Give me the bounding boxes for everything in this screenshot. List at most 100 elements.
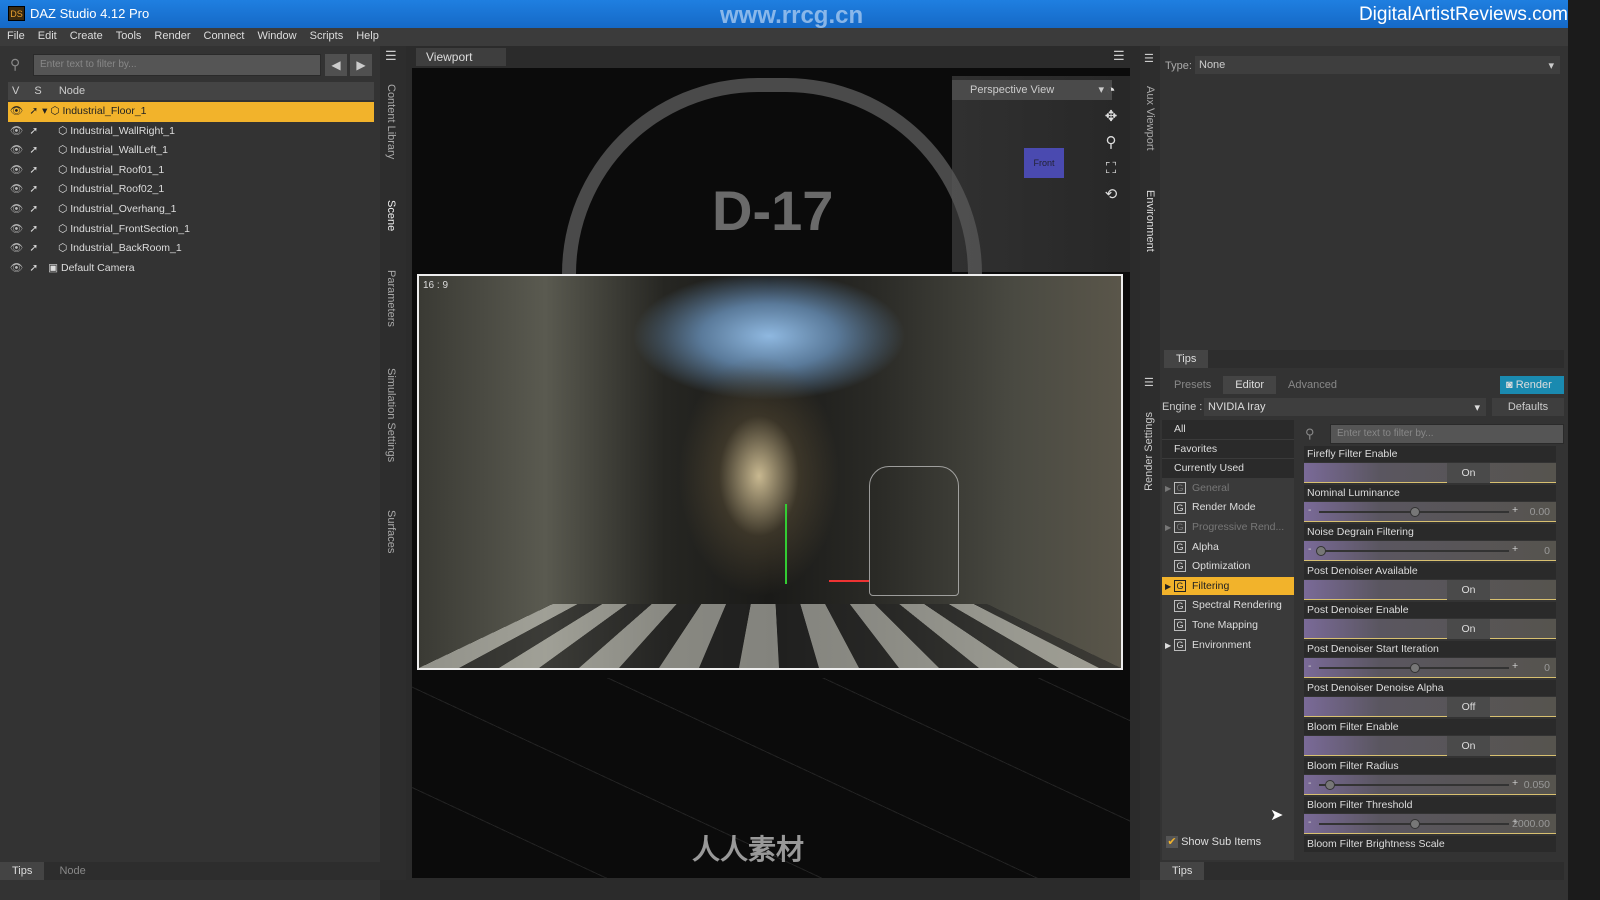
- menu-connect[interactable]: Connect: [197, 28, 251, 42]
- select-arrow-icon[interactable]: ➚: [23, 105, 38, 117]
- slider-knob[interactable]: [1316, 546, 1326, 556]
- property-filter-input[interactable]: Enter text to filter by...: [1330, 424, 1564, 444]
- property-toggle[interactable]: On: [1304, 736, 1556, 756]
- eye-icon[interactable]: 👁: [8, 144, 23, 156]
- eye-icon[interactable]: 👁: [8, 164, 23, 176]
- increment-icon[interactable]: +: [1512, 504, 1518, 516]
- slider-track[interactable]: [1319, 550, 1509, 552]
- category-environment[interactable]: ▶ G Environment: [1162, 636, 1294, 656]
- panel-menu-icon[interactable]: ☰: [1144, 376, 1154, 389]
- property-slider[interactable]: - +2000.00: [1304, 814, 1556, 834]
- select-arrow-icon[interactable]: ➚: [23, 183, 38, 195]
- property-toggle[interactable]: On: [1304, 580, 1556, 600]
- property-slider[interactable]: - +0.00: [1304, 502, 1556, 522]
- select-arrow-icon[interactable]: ➚: [23, 223, 38, 235]
- menu-tools[interactable]: Tools: [109, 28, 148, 42]
- category-progressive-rendering[interactable]: ▶ G Progressive Rend...: [1162, 518, 1294, 538]
- slider-value[interactable]: 2000.00: [1512, 818, 1550, 830]
- forward-arrow-button[interactable]: ▶: [350, 54, 372, 76]
- tab-render-settings[interactable]: Render Settings: [1143, 412, 1155, 491]
- menu-create[interactable]: Create: [63, 28, 109, 42]
- category-spectral-rendering[interactable]: G Spectral Rendering: [1162, 596, 1294, 616]
- menu-window[interactable]: Window: [250, 28, 302, 42]
- expand-arrow-icon[interactable]: ▶: [1165, 479, 1171, 499]
- orbit-icon[interactable]: ◔: [1100, 78, 1122, 104]
- property-toggle[interactable]: Off: [1304, 697, 1556, 717]
- category-alpha[interactable]: G Alpha: [1162, 538, 1294, 558]
- col-selectable[interactable]: S: [22, 85, 41, 97]
- select-arrow-icon[interactable]: ➚: [23, 164, 38, 176]
- menu-file[interactable]: File: [0, 28, 31, 42]
- property-slider[interactable]: - +0: [1304, 541, 1556, 561]
- tab-environment[interactable]: Environment: [1144, 190, 1156, 252]
- view-selector[interactable]: Perspective View ▾: [952, 80, 1112, 100]
- gizmo-y-axis[interactable]: [785, 504, 787, 584]
- property-toggle[interactable]: On: [1304, 463, 1556, 483]
- category-render-mode[interactable]: G Render Mode: [1162, 498, 1294, 518]
- scene-node[interactable]: 👁 ➚ ⬡ Industrial_WallRight_1: [8, 122, 374, 142]
- slider-value[interactable]: 0: [1544, 545, 1550, 557]
- scene-node[interactable]: 👁 ➚ ▾ ⬡ Industrial_Floor_1: [8, 102, 374, 122]
- decrement-icon[interactable]: -: [1308, 660, 1312, 672]
- pan-icon[interactable]: ✥: [1100, 104, 1122, 130]
- tab-advanced[interactable]: Advanced: [1276, 376, 1349, 394]
- eye-icon[interactable]: 👁: [8, 105, 23, 117]
- type-dropdown[interactable]: None ▾: [1195, 56, 1560, 74]
- tab-parameters[interactable]: Parameters: [385, 270, 397, 327]
- slider-value[interactable]: 0.00: [1530, 506, 1550, 518]
- scene-node[interactable]: 👁 ➚ ⬡ Industrial_Roof02_1: [8, 180, 374, 200]
- category-optimization[interactable]: G Optimization: [1162, 557, 1294, 577]
- expand-arrow-icon[interactable]: ▾: [38, 105, 47, 117]
- tab-content-library[interactable]: Content Library: [385, 84, 397, 159]
- property-slider[interactable]: - +0.050: [1304, 775, 1556, 795]
- render-button[interactable]: ◙ Render: [1500, 376, 1564, 394]
- category-general[interactable]: ▶ G General: [1162, 479, 1294, 499]
- slider-value[interactable]: 0: [1544, 662, 1550, 674]
- viewport-tab[interactable]: Viewport: [416, 48, 506, 66]
- increment-icon[interactable]: +: [1512, 543, 1518, 555]
- decrement-icon[interactable]: -: [1308, 777, 1312, 789]
- select-arrow-icon[interactable]: ➚: [23, 242, 38, 254]
- category-favorites[interactable]: Favorites: [1162, 439, 1294, 460]
- viewport-menu-icon[interactable]: ☰: [1113, 48, 1125, 64]
- reset-icon[interactable]: ⟲: [1100, 182, 1122, 208]
- select-arrow-icon[interactable]: ➚: [23, 262, 38, 274]
- tab-node[interactable]: Node: [47, 862, 97, 880]
- property-slider[interactable]: - +0: [1304, 658, 1556, 678]
- tab-presets[interactable]: Presets: [1162, 376, 1223, 394]
- slider-knob[interactable]: [1410, 507, 1420, 517]
- tab-simulation-settings[interactable]: Simulation Settings: [385, 368, 397, 462]
- eye-icon[interactable]: 👁: [8, 223, 23, 235]
- category-all[interactable]: All: [1162, 420, 1294, 440]
- increment-icon[interactable]: +: [1512, 660, 1518, 672]
- back-arrow-button[interactable]: ◀: [325, 54, 347, 76]
- zoom-icon[interactable]: ⚲: [1100, 130, 1122, 156]
- gizmo-x-axis[interactable]: [829, 580, 869, 582]
- slider-knob[interactable]: [1410, 663, 1420, 673]
- frame-icon[interactable]: ⛶: [1100, 156, 1122, 182]
- scene-node[interactable]: 👁 ➚ ⬡ Industrial_FrontSection_1: [8, 220, 374, 240]
- scene-node[interactable]: 👁 ➚ ⬡ Industrial_Overhang_1: [8, 200, 374, 220]
- show-sub-items-checkbox[interactable]: ✔ Show Sub Items: [1166, 836, 1261, 848]
- slider-knob[interactable]: [1325, 780, 1336, 790]
- col-visible[interactable]: V: [8, 85, 19, 97]
- defaults-button[interactable]: Defaults: [1492, 398, 1564, 416]
- view-cube-front[interactable]: Front: [1024, 148, 1064, 178]
- decrement-icon[interactable]: -: [1308, 816, 1312, 828]
- expand-arrow-icon[interactable]: ▶: [1165, 577, 1171, 597]
- tab-surfaces[interactable]: Surfaces: [385, 510, 397, 553]
- engine-dropdown[interactable]: NVIDIA Iray ▾: [1204, 398, 1486, 416]
- tab-tips[interactable]: Tips: [1164, 350, 1209, 368]
- eye-icon[interactable]: 👁: [8, 242, 23, 254]
- panel-menu-icon[interactable]: ☰: [385, 48, 397, 64]
- scene-filter-input[interactable]: Enter text to filter by...: [33, 54, 321, 76]
- expand-arrow-icon[interactable]: ▶: [1165, 518, 1171, 538]
- increment-icon[interactable]: +: [1512, 777, 1518, 789]
- property-toggle[interactable]: On: [1304, 619, 1556, 639]
- tab-tips[interactable]: Tips: [1160, 862, 1205, 880]
- menu-scripts[interactable]: Scripts: [303, 28, 350, 42]
- panel-menu-icon[interactable]: ☰: [1144, 52, 1154, 65]
- expand-arrow-icon[interactable]: ▶: [1165, 636, 1171, 656]
- eye-icon[interactable]: 👁: [8, 262, 23, 274]
- menu-help[interactable]: Help: [349, 28, 385, 42]
